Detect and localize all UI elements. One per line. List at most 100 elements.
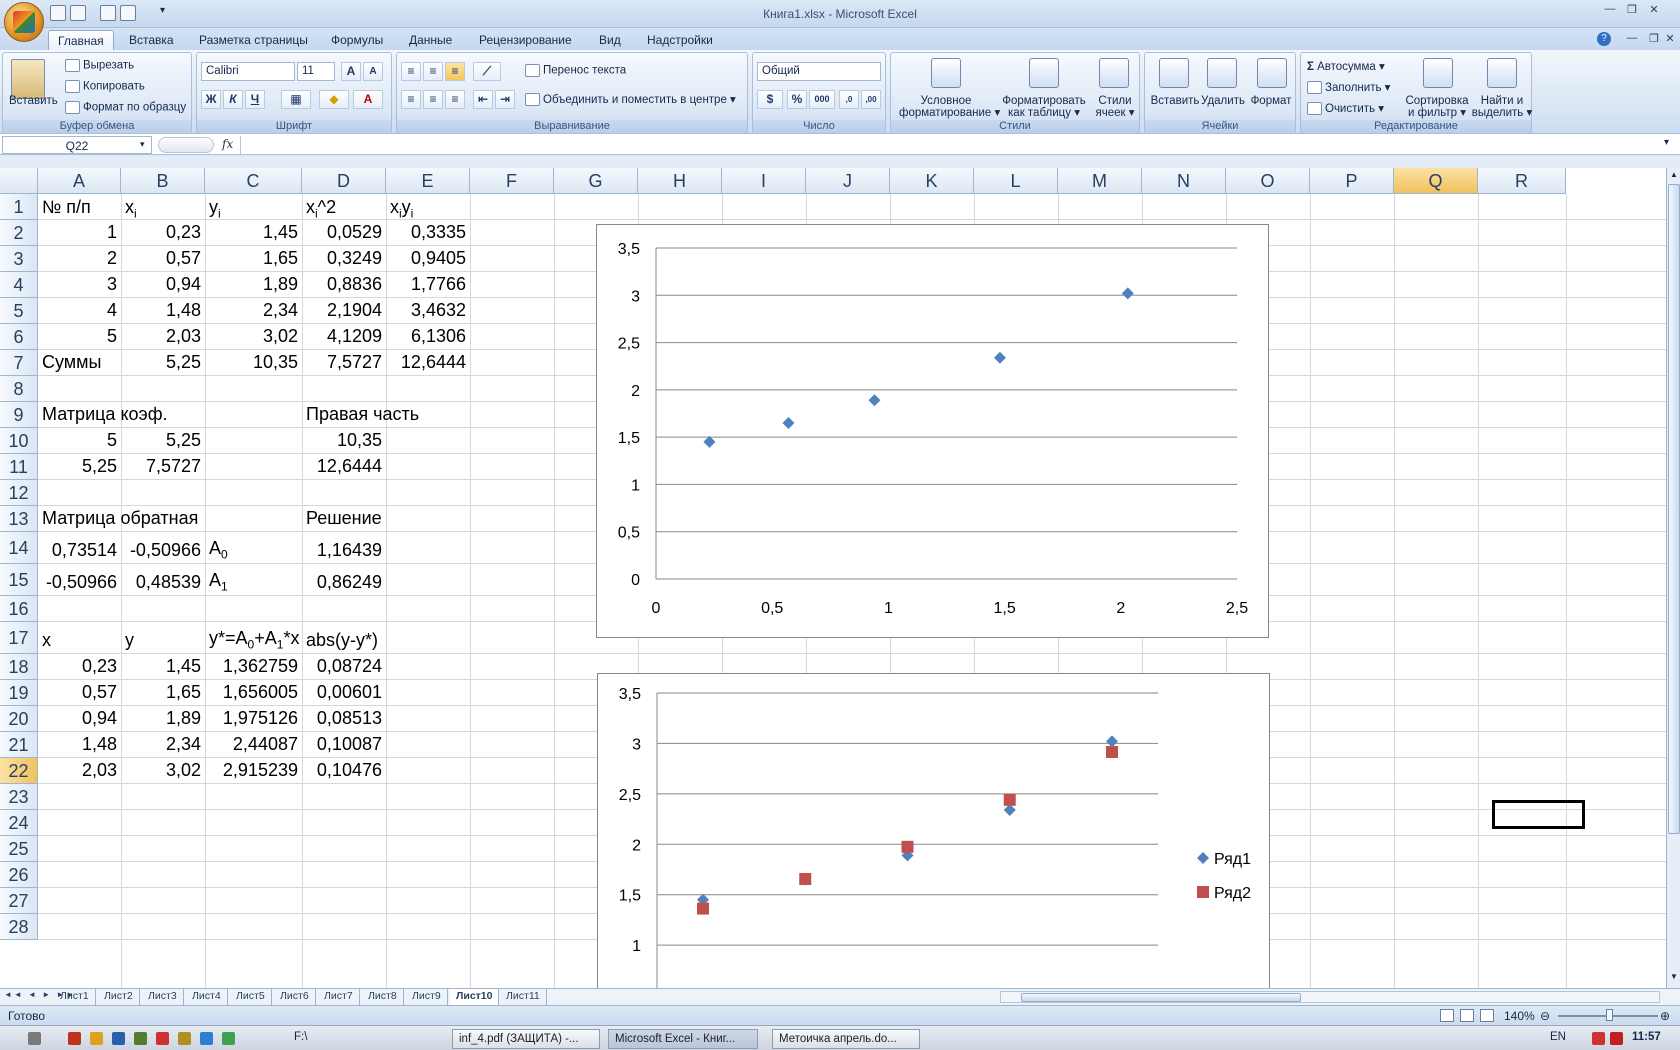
sheet-tab-2[interactable]: Лист2 (98, 989, 140, 1005)
sheet-tab-6[interactable]: Лист6 (274, 989, 316, 1005)
row-header-21[interactable]: 21 (0, 732, 38, 758)
normal-view-icon[interactable] (1440, 1009, 1454, 1022)
font-size-combo[interactable]: 11 (297, 62, 335, 81)
column-header-g[interactable]: G (554, 168, 638, 194)
row-header-14[interactable]: 14 (0, 532, 38, 564)
zoom-out-icon[interactable]: ⊖ (1540, 1009, 1550, 1023)
row-header-4[interactable]: 4 (0, 272, 38, 298)
horizontal-scroll-thumb[interactable] (1021, 993, 1301, 1002)
workbook-minimize-button[interactable]: — (1622, 32, 1642, 47)
row-header-13[interactable]: 13 (0, 506, 38, 532)
column-header-f[interactable]: F (470, 168, 554, 194)
quicklaunch-icon[interactable] (112, 1032, 125, 1045)
sheet-tab-11[interactable]: Лист11 (500, 989, 547, 1005)
save-icon[interactable] (50, 5, 66, 21)
copy-button[interactable]: Копировать (65, 80, 145, 93)
delete-cells-button[interactable]: Удалить (1201, 95, 1245, 107)
sheet-tab-8[interactable]: Лист8 (362, 989, 404, 1005)
name-box-dropdown-icon[interactable]: ▾ (140, 139, 145, 150)
column-header-h[interactable]: H (638, 168, 722, 194)
insert-cells-button[interactable]: Вставить (1149, 95, 1201, 107)
cell-styles-button[interactable]: Стили ячеек ▾ (1093, 95, 1137, 119)
row-header-1[interactable]: 1 (0, 194, 38, 220)
row-header-9[interactable]: 9 (0, 402, 38, 428)
row-header-11[interactable]: 11 (0, 454, 38, 480)
taskbar-item-pdf[interactable]: inf_4.pdf (ЗАЩИТА) -... (452, 1029, 600, 1049)
select-all-corner[interactable] (0, 168, 38, 194)
page-layout-view-icon[interactable] (1460, 1009, 1474, 1022)
row-header-2[interactable]: 2 (0, 220, 38, 246)
print-icon[interactable] (120, 5, 136, 21)
insert-function-button[interactable]: fx (222, 137, 233, 151)
close-button[interactable]: ✕ (1644, 3, 1664, 18)
row-header-17[interactable]: 17 (0, 622, 38, 654)
column-header-b[interactable]: B (121, 168, 205, 194)
row-header-7[interactable]: 7 (0, 350, 38, 376)
conditional-format-button[interactable]: Условное форматирование ▾ (899, 95, 1000, 119)
row-header-20[interactable]: 20 (0, 706, 38, 732)
sheet-tab-5[interactable]: Лист5 (230, 989, 272, 1005)
increase-indent-icon[interactable]: ⇥ (495, 90, 515, 109)
tab-page-layout[interactable]: Разметка страницы (190, 30, 317, 50)
merge-center-button[interactable]: Объединить и поместить в центре ▾ (525, 92, 736, 107)
quicklaunch-icon[interactable] (200, 1032, 213, 1045)
quicklaunch-icon[interactable] (156, 1032, 169, 1045)
taskbar-drive-f[interactable]: F:\ (294, 1031, 307, 1043)
row-header-28[interactable]: 28 (0, 914, 38, 940)
wrap-text-button[interactable]: Перенос текста (525, 64, 626, 77)
column-header-q[interactable]: Q (1394, 168, 1478, 194)
sheet-tab-9[interactable]: Лист9 (406, 989, 448, 1005)
scatter-chart-2[interactable]: 0,511,522,533,5Ряд1Ряд2 (597, 673, 1270, 988)
format-as-table-button[interactable]: Форматировать как таблицу ▾ (999, 95, 1089, 119)
zoom-in-icon[interactable]: ⊕ (1660, 1009, 1670, 1023)
taskbar-item-excel[interactable]: Microsoft Excel - Книг... (608, 1029, 758, 1049)
language-indicator[interactable]: EN (1550, 1031, 1566, 1043)
clear-button[interactable]: Очистить ▾ (1307, 101, 1384, 116)
quicklaunch-icon[interactable] (68, 1032, 81, 1045)
orientation-icon[interactable]: ⟋ (473, 62, 501, 81)
sort-filter-button[interactable]: Сортировка и фильтр ▾ (1401, 95, 1473, 119)
column-header-a[interactable]: A (38, 168, 121, 194)
page-break-view-icon[interactable] (1480, 1009, 1494, 1022)
column-header-o[interactable]: O (1226, 168, 1310, 194)
percent-button[interactable]: % (787, 90, 807, 109)
increase-decimal-icon[interactable]: ,0 (839, 90, 859, 109)
scroll-down-icon[interactable]: ▼ (1668, 972, 1680, 984)
grow-font-button[interactable]: A (341, 62, 361, 81)
quicklaunch-icon[interactable] (134, 1032, 147, 1045)
sheet-tab-7[interactable]: Лист7 (318, 989, 360, 1005)
tab-review[interactable]: Рецензирование (470, 30, 581, 50)
zoom-level[interactable]: 140% (1504, 1009, 1535, 1023)
paste-button[interactable]: Вставить (9, 95, 58, 107)
quicklaunch-icon[interactable] (222, 1032, 235, 1045)
formula-cancel-enter-area[interactable] (158, 137, 214, 153)
column-header-p[interactable]: P (1310, 168, 1394, 194)
decrease-indent-icon[interactable]: ⇤ (473, 90, 493, 109)
row-header-26[interactable]: 26 (0, 862, 38, 888)
row-header-25[interactable]: 25 (0, 836, 38, 862)
format-cells-button[interactable]: Формат (1247, 95, 1295, 107)
find-select-button[interactable]: Найти и выделить ▾ (1471, 95, 1533, 119)
row-header-15[interactable]: 15 (0, 564, 38, 596)
worksheet-grid[interactable]: A B C D E F G H I J K L M N O P Q R 1 2 … (0, 168, 1666, 988)
row-header-18[interactable]: 18 (0, 654, 38, 680)
paste-icon[interactable] (11, 59, 45, 99)
font-name-combo[interactable]: Calibri (201, 62, 295, 81)
help-icon[interactable]: ? (1597, 32, 1611, 46)
sheet-tab-1[interactable]: Лист1 (54, 989, 96, 1005)
font-color-button[interactable]: A (353, 90, 383, 109)
active-cell-q22[interactable] (1492, 800, 1585, 829)
shrink-font-button[interactable]: A (363, 62, 383, 81)
name-box[interactable]: Q22 (2, 136, 152, 154)
print-preview-icon[interactable] (100, 5, 116, 21)
row-header-22[interactable]: 22 (0, 758, 38, 784)
align-top-icon[interactable]: ≡ (401, 62, 421, 81)
column-header-e[interactable]: E (386, 168, 470, 194)
decrease-decimal-icon[interactable]: ,00 (861, 90, 881, 109)
undo-icon[interactable] (70, 5, 86, 21)
quicklaunch-icon[interactable] (28, 1032, 41, 1045)
fill-color-button[interactable]: ◆ (319, 90, 349, 109)
row-header-16[interactable]: 16 (0, 596, 38, 622)
formula-input[interactable] (240, 136, 1660, 154)
expand-formula-bar-icon[interactable]: ▾ (1664, 137, 1669, 148)
